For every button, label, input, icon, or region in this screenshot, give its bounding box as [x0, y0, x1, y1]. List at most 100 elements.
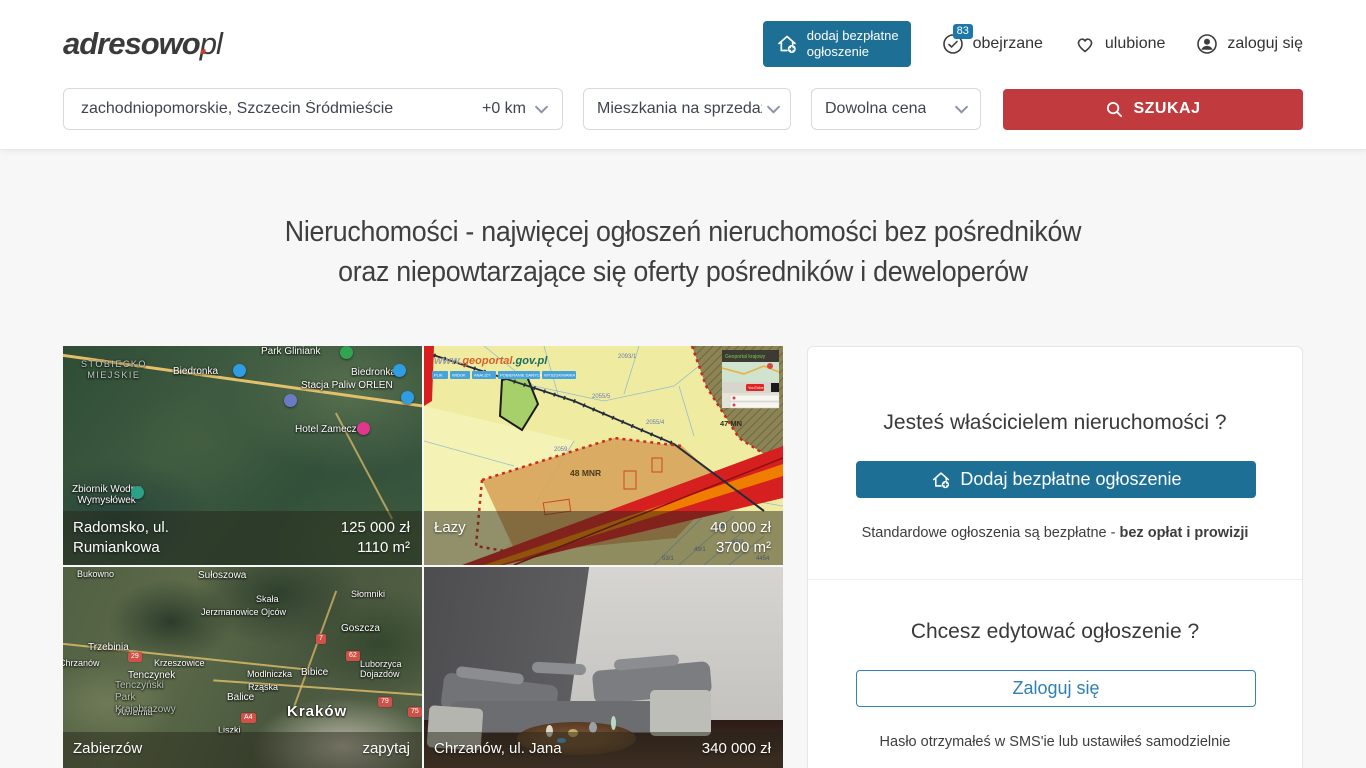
search-button[interactable]: SZUKAJ	[1003, 89, 1303, 130]
listing-price-area: 125 000 zł1110 m²	[341, 518, 410, 565]
map-label: Słomniki	[351, 589, 385, 599]
check-circle-icon: 83	[941, 32, 965, 56]
listing-caption: Łazy 40 000 zł3700 m²	[424, 511, 783, 565]
viewed-count-badge: 83	[953, 24, 973, 39]
owner-note: Standardowe ogłoszenia są bezpłatne - be…	[856, 525, 1254, 541]
logo-dot: .	[200, 26, 208, 62]
search-bar: zachodniopomorskie, Szczecin Śródmieście…	[63, 88, 1303, 130]
map-label: Goszcza	[341, 623, 380, 634]
house-plus-icon	[775, 32, 799, 56]
map-label: Biedronka	[173, 366, 218, 377]
radius-value: +0 km	[482, 100, 526, 118]
map-marker-shop	[401, 391, 414, 404]
add-listing-label: dodaj bezpłatneogłoszenie	[807, 28, 899, 59]
search-button-label: SZUKAJ	[1133, 100, 1200, 118]
listing-location: Chrzanów, ul. Jana	[434, 739, 562, 768]
map-marker-park	[340, 346, 353, 359]
map-label: Modlniczka	[247, 669, 292, 679]
favorites-link[interactable]: ulubione	[1073, 32, 1166, 56]
svg-text:PLIK: PLIK	[434, 373, 443, 378]
logo[interactable]: adresowo.pl	[63, 26, 222, 62]
page-title: Nieruchomości - najwięcej ogłoszeń nieru…	[100, 212, 1266, 292]
owner-title: Jesteś właścicielem nieruchomości ?	[856, 411, 1254, 435]
road-shield: A4	[241, 713, 256, 723]
category-select[interactable]: Mieszkania na sprzedaż	[583, 88, 791, 130]
svg-text:Geoportal krajowy: Geoportal krajowy	[725, 354, 766, 360]
add-free-listing-button[interactable]: Dodaj bezpłatne ogłoszenie	[856, 461, 1256, 498]
map-label: Skała	[256, 594, 279, 604]
svg-text:47 MN: 47 MN	[720, 419, 742, 428]
road-shield: 7	[316, 634, 326, 644]
svg-text:YouTube: YouTube	[748, 385, 764, 390]
listing-caption: Radomsko, ul. Rumiankowa 125 000 zł1110 …	[63, 511, 422, 565]
add-free-listing-label: Dodaj bezpłatne ogłoszenie	[960, 469, 1181, 490]
road-shield: 62	[346, 651, 360, 661]
road-shield: 79	[378, 697, 392, 707]
category-value: Mieszkania na sprzedaż	[597, 100, 762, 118]
listing-tile-lazy[interactable]: www.geoportal.gov.pl PLIK WIDOK ANALIZY …	[424, 346, 783, 565]
map-label-city: Kraków	[287, 703, 347, 720]
location-input[interactable]: zachodniopomorskie, Szczecin Śródmieście…	[63, 88, 563, 130]
edit-note: Hasło otrzymałeś w SMS'ie lub ustawiłeś …	[856, 734, 1254, 750]
map-label: Chrzanów	[63, 658, 100, 668]
heart-icon	[1073, 32, 1097, 56]
map-label: Trzebinia	[88, 642, 129, 653]
road-shield: 29	[128, 652, 142, 662]
sofa-armrest	[650, 690, 711, 736]
map-label: STOBIECKOMIEJSKIE	[81, 359, 147, 381]
map-label: Park Gliniank	[261, 346, 320, 357]
edit-section: Chcesz edytować ogłoszenie ? Zaloguj się…	[808, 579, 1302, 768]
chevron-down-icon	[955, 105, 968, 114]
viewed-link[interactable]: 83 obejrzane	[941, 32, 1043, 56]
add-listing-button[interactable]: dodaj bezpłatneogłoszenie	[763, 21, 911, 66]
map-marker-shop	[233, 364, 246, 377]
svg-text:ANALIZY: ANALIZY	[474, 373, 491, 378]
map-label: Krzeszowice	[154, 658, 205, 668]
svg-text:2055/5: 2055/5	[592, 394, 611, 400]
listing-grid: STOBIECKOMIEJSKIE Park Gliniank Biedronk…	[63, 346, 783, 768]
login-button[interactable]: Zaloguj się	[856, 670, 1256, 707]
map-marker-water	[131, 486, 144, 499]
edit-title: Chcesz edytować ogłoszenie ?	[856, 620, 1254, 644]
listing-tile-chrzanow[interactable]: Chrzanów, ul. Jana 340 000 zł	[424, 567, 783, 768]
map-label: Biedronka	[351, 367, 396, 378]
svg-text:WIDOK: WIDOK	[452, 373, 466, 378]
chevron-down-icon	[535, 105, 548, 114]
listing-price: 340 000 zł	[702, 739, 771, 768]
header: adresowo.pl dodaj bezpłatneogłoszenie	[0, 0, 1366, 149]
owner-section: Jesteś właścicielem nieruchomości ? Doda…	[808, 347, 1302, 579]
map-marker-shop	[393, 364, 406, 377]
svg-text:48 MNR: 48 MNR	[570, 468, 601, 478]
map-label: Bibice	[301, 667, 328, 678]
listing-price-area: 40 000 zł3700 m²	[710, 518, 771, 565]
listing-tile-radomsko[interactable]: STOBIECKOMIEJSKIE Park Gliniank Biedronk…	[63, 346, 422, 565]
svg-text:2055/4: 2055/4	[646, 420, 665, 426]
listing-location: Radomsko, ul. Rumiankowa	[73, 518, 193, 565]
map-label: Rząska	[248, 682, 278, 692]
map-label: TenczyńskiParkKrajobrazowy	[115, 680, 176, 716]
favorites-label: ulubione	[1105, 35, 1166, 53]
listing-price: zapytaj	[362, 739, 410, 768]
price-value: Dowolna cena	[825, 100, 926, 118]
login-button-label: Zaloguj się	[1012, 678, 1099, 699]
viewed-label: obejrzane	[973, 35, 1043, 53]
radius-select[interactable]: +0 km	[482, 100, 548, 118]
svg-text:2093/1: 2093/1	[618, 354, 637, 360]
search-icon	[1105, 100, 1124, 119]
login-link[interactable]: zaloguj się	[1195, 32, 1303, 56]
map-widget: Geoportal krajowy YouTube	[722, 350, 779, 408]
login-label: zaloguj się	[1227, 35, 1303, 53]
svg-text:WYSZUKIWANIA: WYSZUKIWANIA	[544, 373, 576, 378]
house-plus-icon	[930, 469, 952, 491]
listing-tile-zabierzow[interactable]: Bukowno Sułoszowa Słomniki Skała Jerzman…	[63, 567, 422, 768]
road-shield: 75	[408, 707, 422, 717]
svg-text:www.geoportal.gov.pl: www.geoportal.gov.pl	[434, 355, 548, 367]
map-marker-fuel	[284, 394, 297, 407]
map-label: Sułoszowa	[198, 570, 246, 581]
logo-main: adresowo	[63, 26, 200, 61]
owner-panel: Jesteś właścicielem nieruchomości ? Doda…	[807, 346, 1303, 768]
user-circle-icon	[1195, 32, 1219, 56]
table-item	[611, 716, 616, 730]
map-label: Stacja Paliw ORLEN	[301, 380, 393, 391]
price-select[interactable]: Dowolna cena	[811, 88, 981, 130]
